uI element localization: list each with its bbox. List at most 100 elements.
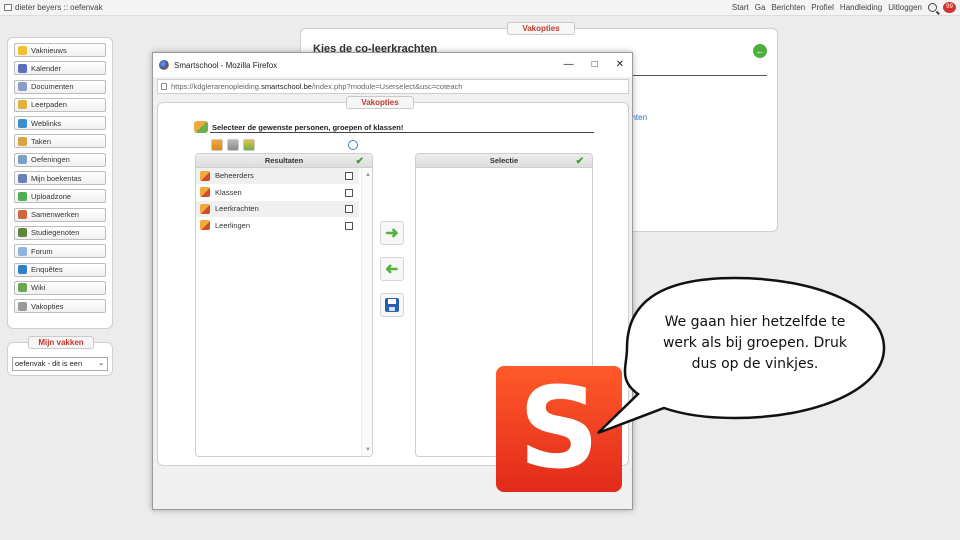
- url-domain: smartschool.be: [261, 82, 312, 91]
- sidebar-item-label: Documenten: [31, 82, 74, 92]
- top-bar: dieter beyers :: oefenvak Start Ga Beric…: [0, 0, 960, 16]
- selection-header: Selectie ✔: [416, 154, 592, 168]
- select-checkbox[interactable]: [345, 205, 353, 213]
- maximize-icon[interactable]: □: [592, 59, 598, 70]
- course-select-value: oefenvak - dit is een: [15, 359, 83, 368]
- groups-filter-icon[interactable]: [227, 139, 239, 151]
- nav-uitloggen[interactable]: Uitloggen: [888, 3, 922, 12]
- site-title: dieter beyers :: oefenvak: [4, 3, 103, 12]
- window-title: Smartschool - Mozilla Firefox: [174, 60, 278, 70]
- globe-icon: [18, 118, 27, 128]
- survey-icon: [18, 265, 27, 275]
- nav-start[interactable]: Start: [732, 3, 749, 12]
- users-filter-icon[interactable]: [211, 139, 223, 151]
- arrow-left-icon: ➜: [385, 261, 399, 278]
- selection-heading-text: Selecteer de gewenste personen, groepen …: [212, 122, 404, 132]
- sidebar-item-leerpaden[interactable]: Leerpaden: [14, 97, 106, 112]
- sidebar-item-label: Oefeningen: [31, 155, 70, 165]
- sidebar-item-label: Kalender: [31, 63, 62, 73]
- classmates-icon: [18, 228, 27, 238]
- logo-letter: S: [518, 364, 600, 494]
- backpack-icon: [18, 173, 27, 183]
- select-checkbox[interactable]: [345, 221, 353, 230]
- sidebar-item-label: Forum: [31, 246, 53, 256]
- list-item[interactable]: Klassen: [196, 185, 359, 201]
- tasks-icon: [18, 136, 27, 146]
- sidebar-item-label: Leerpaden: [31, 100, 67, 110]
- remove-selection-button[interactable]: ➜: [380, 257, 404, 281]
- sidebar-item-wiki[interactable]: Wiki: [14, 280, 106, 295]
- nav-ga[interactable]: Ga: [755, 3, 766, 12]
- select-checkbox[interactable]: [345, 188, 353, 197]
- sidebar-item-uploadzone[interactable]: Uploadzone: [14, 189, 106, 204]
- sidebar-item-documenten[interactable]: Documenten: [14, 79, 106, 94]
- save-button[interactable]: [380, 293, 404, 317]
- lock-icon: [161, 83, 167, 90]
- window-controls: — □ ✕: [564, 59, 624, 70]
- list-item[interactable]: Beheerders: [196, 168, 359, 185]
- people-icon: [194, 121, 208, 133]
- sidebar-item-weblinks[interactable]: Weblinks: [14, 116, 106, 131]
- exercises-icon: [18, 155, 27, 165]
- sidebar-item-enqu-tes[interactable]: Enquêtes: [14, 262, 106, 277]
- sidebar-item-samenwerken[interactable]: Samenwerken: [14, 207, 106, 222]
- sidebar-item-label: Wiki: [31, 283, 46, 293]
- sidebar-item-oefeningen[interactable]: Oefeningen: [14, 152, 106, 167]
- divider: [210, 132, 594, 133]
- close-icon[interactable]: ✕: [616, 59, 624, 70]
- nav-profiel[interactable]: Profiel: [811, 3, 834, 12]
- sidebar-item-forum[interactable]: Forum: [14, 244, 106, 259]
- sidebar-item-label: Weblinks: [31, 118, 62, 128]
- check-all-icon[interactable]: ✔: [576, 155, 584, 169]
- classes-filter-icon[interactable]: [243, 139, 255, 151]
- list-item-label: Beheerders: [215, 171, 254, 181]
- scrollbar[interactable]: ▲ ▼: [361, 169, 372, 456]
- sidebar-item-vaknieuws[interactable]: Vaknieuws: [14, 43, 106, 57]
- wiki-icon: [18, 283, 27, 293]
- window-titlebar: Smartschool - Mozilla Firefox — □ ✕: [153, 53, 632, 77]
- sidebar-item-kalender[interactable]: Kalender: [14, 61, 106, 76]
- search-icon[interactable]: [348, 140, 358, 150]
- minimize-icon[interactable]: —: [564, 59, 574, 70]
- address-bar[interactable]: https://kdglerarenopleiding.smartschool.…: [157, 79, 629, 94]
- chat-icon[interactable]: 99: [943, 2, 956, 13]
- sidebar-item-vakopties[interactable]: Vakopties: [14, 299, 106, 314]
- results-list: Resultaten ✔ Beheerders Klassen Leerkracht…: [195, 153, 373, 457]
- path-icon: [18, 100, 27, 110]
- list-item-label: Leerkrachten: [215, 204, 259, 214]
- scroll-up-icon[interactable]: ▲: [365, 172, 371, 178]
- collaborate-icon: [18, 210, 27, 220]
- url-path: /index.php?module=Userselect&usc=coteach: [311, 82, 463, 91]
- selection-header-label: Selectie: [489, 156, 519, 165]
- list-item-label: Klassen: [215, 187, 242, 197]
- select-checkbox[interactable]: [345, 172, 353, 180]
- sidebar-item-label: Mijn boekentas: [31, 173, 82, 183]
- back-arrow-icon[interactable]: ←: [753, 44, 767, 58]
- nav-berichten[interactable]: Berichten: [771, 3, 805, 12]
- list-item[interactable]: Leerlingen: [196, 218, 359, 234]
- group-icon: [200, 203, 210, 214]
- site-title-text: dieter beyers :: oefenvak: [15, 3, 103, 12]
- list-item[interactable]: Leerkrachten: [196, 201, 359, 218]
- sidebar-item-taken[interactable]: Taken: [14, 134, 106, 149]
- results-header: Resultaten ✔: [196, 154, 372, 168]
- scroll-down-icon[interactable]: ▼: [365, 447, 371, 453]
- arrow-right-icon: ➜: [385, 225, 399, 242]
- group-icon: [200, 170, 210, 181]
- documents-icon: [18, 82, 27, 92]
- check-all-icon[interactable]: ✔: [356, 155, 364, 169]
- group-icon: [200, 220, 210, 231]
- search-icon[interactable]: [928, 3, 937, 12]
- sidebar-item-studiegenoten[interactable]: Studiegenoten: [14, 225, 106, 240]
- sidebar-item-mijn-boekentas[interactable]: Mijn boekentas: [14, 171, 106, 186]
- speech-bubble-text: We gaan hier hetzelfde te werk als bij g…: [662, 314, 847, 372]
- forum-icon: [18, 246, 27, 256]
- filter-buttons: [211, 139, 255, 151]
- course-select[interactable]: oefenvak - dit is een ⌄: [12, 357, 108, 371]
- star-icon: [18, 45, 27, 55]
- sidebar-item-label: Samenwerken: [31, 210, 79, 220]
- wrench-icon: [18, 301, 27, 311]
- nav-handleiding[interactable]: Handleiding: [840, 3, 882, 12]
- sidebar-item-label: Vakopties: [31, 301, 64, 311]
- add-selection-button[interactable]: ➜: [380, 221, 404, 245]
